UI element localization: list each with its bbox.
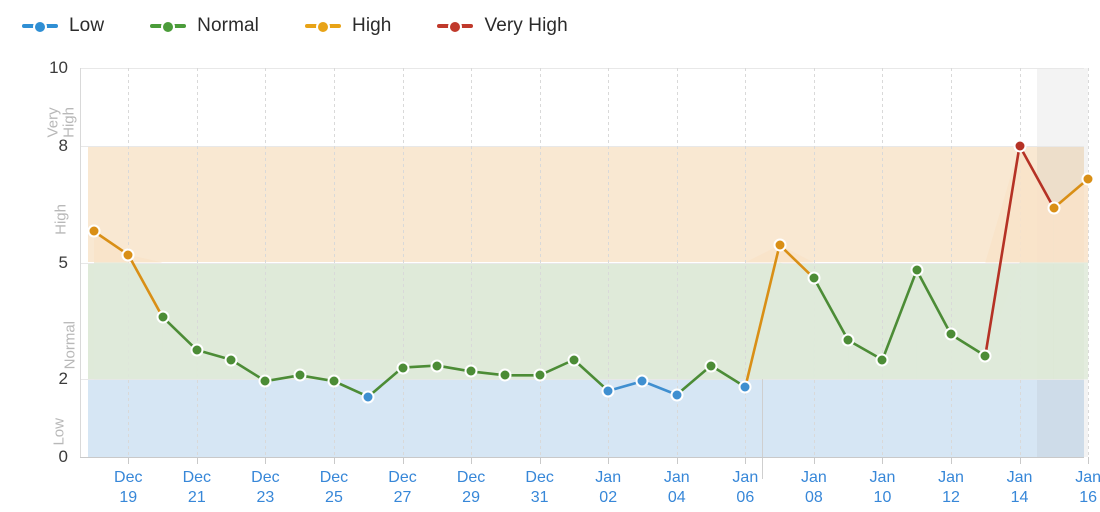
data-point[interactable] bbox=[464, 364, 478, 378]
data-point[interactable] bbox=[1081, 172, 1095, 186]
x-tick-mark bbox=[128, 457, 130, 464]
x-tick-mark bbox=[1019, 457, 1021, 464]
legend-item-label: Normal bbox=[197, 15, 259, 36]
y-band-label: High bbox=[52, 204, 70, 235]
x-tick-mark bbox=[471, 457, 473, 464]
y-tick-label: 5 bbox=[58, 252, 68, 272]
x-tick-label: Dec 25 bbox=[319, 469, 349, 506]
data-point[interactable] bbox=[156, 310, 170, 324]
x-tick-label: Jan 14 bbox=[1006, 469, 1033, 506]
x-tick-mark bbox=[539, 457, 541, 464]
data-point[interactable] bbox=[910, 263, 924, 277]
plot-area bbox=[80, 68, 1095, 479]
data-point[interactable] bbox=[224, 353, 238, 367]
data-point[interactable] bbox=[293, 368, 307, 382]
data-point[interactable] bbox=[807, 271, 821, 285]
x-tick-mark bbox=[813, 457, 815, 464]
gridline-x bbox=[1088, 68, 1090, 457]
y-band-label: Normal bbox=[61, 320, 79, 370]
x-tick-label: Dec 27 bbox=[388, 469, 417, 506]
y-band-label: Low bbox=[50, 418, 68, 446]
x-tick-label: Dec 31 bbox=[525, 469, 554, 506]
x-tick-mark bbox=[196, 457, 198, 464]
legend-item-high[interactable]: High bbox=[305, 15, 391, 37]
data-point[interactable] bbox=[1047, 201, 1061, 215]
y-tick-label: 2 bbox=[58, 369, 68, 389]
data-point[interactable] bbox=[430, 359, 444, 373]
x-tick-mark bbox=[745, 457, 747, 464]
pollen-forecast-chart: Low Normal High Very High 0 2 5 8 10 Low Normal Hi… bbox=[0, 0, 1100, 512]
data-point[interactable] bbox=[396, 361, 410, 375]
data-point[interactable] bbox=[121, 248, 135, 262]
data-point[interactable] bbox=[875, 353, 889, 367]
y-tick-label: 10 bbox=[49, 58, 68, 77]
legend-item-normal[interactable]: Normal bbox=[150, 15, 259, 37]
chart-legend: Low Normal High Very High bbox=[0, 0, 1100, 52]
y-band-label: Very High bbox=[44, 106, 78, 138]
x-tick-label: Jan 10 bbox=[869, 469, 896, 506]
data-point[interactable] bbox=[978, 349, 992, 363]
x-tick-mark bbox=[265, 457, 267, 464]
x-tick-label: Jan 08 bbox=[800, 469, 827, 506]
x-tick-mark bbox=[1088, 457, 1090, 464]
data-point[interactable] bbox=[635, 374, 649, 388]
x-tick-label: Dec 23 bbox=[251, 469, 280, 506]
data-point[interactable] bbox=[567, 353, 581, 367]
data-point[interactable] bbox=[1013, 139, 1027, 153]
x-tick-label: Dec 21 bbox=[182, 469, 212, 506]
legend-marker-icon bbox=[305, 19, 341, 34]
x-tick-label: Dec 29 bbox=[456, 469, 486, 506]
data-point[interactable] bbox=[704, 359, 718, 373]
data-point[interactable] bbox=[944, 327, 958, 341]
data-point[interactable] bbox=[87, 224, 101, 238]
y-axis-labels: 0 2 5 8 10 Low Normal High Very High bbox=[0, 0, 80, 512]
data-point[interactable] bbox=[841, 333, 855, 347]
x-tick-label: Dec 19 bbox=[114, 469, 143, 506]
data-point[interactable] bbox=[327, 374, 341, 388]
y-tick-label: 0 bbox=[58, 447, 68, 466]
x-tick-mark bbox=[333, 457, 335, 464]
legend-item-label: High bbox=[352, 15, 392, 36]
data-point[interactable] bbox=[258, 374, 272, 388]
legend-marker-icon bbox=[150, 19, 187, 34]
data-series bbox=[92, 144, 1090, 399]
x-tick-mark bbox=[608, 457, 610, 464]
x-tick-label: Jan 16 bbox=[1075, 469, 1100, 506]
x-tick-label: Jan 02 bbox=[595, 469, 622, 506]
x-tick-label: Jan 04 bbox=[663, 469, 690, 506]
data-point[interactable] bbox=[533, 368, 547, 382]
x-tick-mark bbox=[951, 457, 952, 464]
x-axis-line bbox=[80, 457, 1084, 458]
y-axis-line bbox=[80, 68, 81, 458]
legend-marker-icon bbox=[437, 19, 474, 34]
data-point[interactable] bbox=[190, 343, 204, 357]
data-point[interactable] bbox=[361, 390, 375, 404]
x-tick-mark bbox=[882, 457, 884, 464]
data-point[interactable] bbox=[738, 380, 752, 394]
x-tick-label: Jan 06 bbox=[732, 469, 759, 506]
legend-item-label: Very High bbox=[484, 15, 568, 36]
x-tick-mark bbox=[402, 457, 404, 464]
x-tick-mark bbox=[676, 457, 678, 464]
data-point[interactable] bbox=[670, 388, 684, 402]
data-point[interactable] bbox=[498, 368, 512, 382]
legend-item-very-high[interactable]: Very High bbox=[437, 15, 568, 37]
x-tick-label: Jan 12 bbox=[938, 469, 964, 506]
y-tick-label: 8 bbox=[58, 135, 68, 155]
data-point[interactable] bbox=[601, 384, 615, 398]
data-point[interactable] bbox=[773, 238, 787, 252]
